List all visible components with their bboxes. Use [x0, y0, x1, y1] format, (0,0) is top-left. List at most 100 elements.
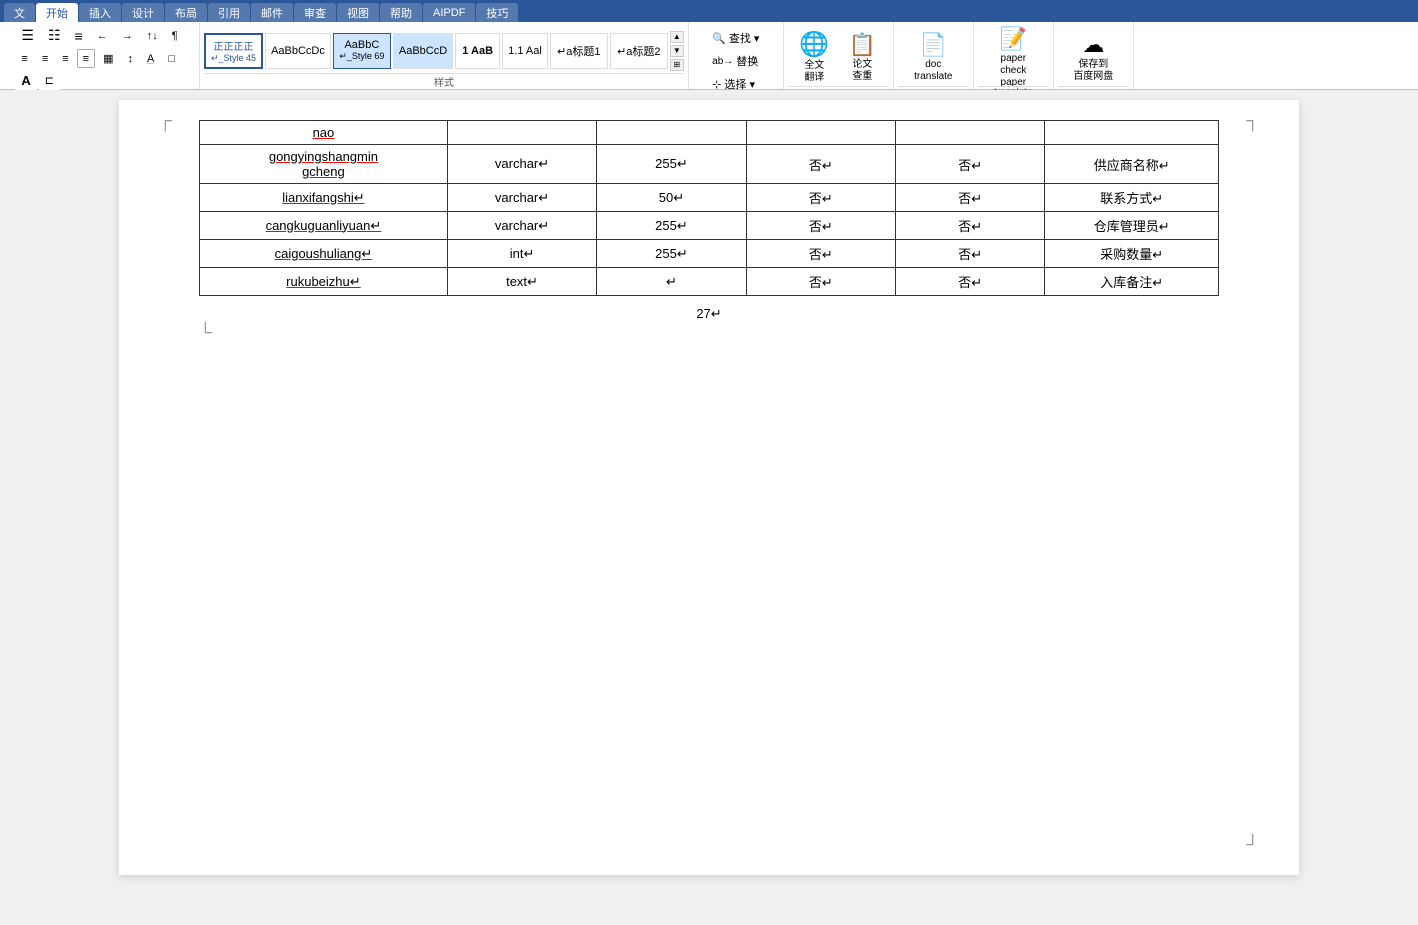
cell-key[interactable]: 否↵ [896, 268, 1045, 296]
para-row3: A ⊏ [15, 70, 183, 91]
doc-translate-btn[interactable]: 📄 doctranslate [908, 28, 958, 86]
style-aabbcc[interactable]: AaBbCcDc [265, 33, 331, 69]
justify-btn[interactable]: ≡ [77, 49, 95, 68]
align-right-btn[interactable]: ≡ [56, 49, 74, 68]
cell-comment[interactable]: 仓库管理员↵ [1045, 212, 1219, 240]
cell-key[interactable]: 否↵ [896, 240, 1045, 268]
save-baidu-btn[interactable]: ☁ 保存到百度网盘 [1067, 28, 1119, 86]
cell-length[interactable]: ↵ [597, 268, 746, 296]
cell-field[interactable]: gongyingshangmingcheng [200, 145, 448, 184]
style-biaoti2[interactable]: ↵a标题2 [610, 33, 668, 69]
page-number-1: 27↵ [199, 306, 1219, 322]
cell-key[interactable] [896, 121, 1045, 145]
paper-check-icon: 📝 [997, 26, 1029, 52]
cell-type[interactable]: int↵ [447, 240, 596, 268]
numbered-list-btn[interactable]: ☷ [42, 24, 67, 47]
style-zhengzheng[interactable]: 正正正正 ↵_Style 45 [204, 33, 263, 69]
cell-key[interactable]: 否↵ [896, 145, 1045, 184]
cell-nullable[interactable]: 否↵ [746, 268, 895, 296]
cell-key[interactable]: 否↵ [896, 212, 1045, 240]
tab-kaishi[interactable]: 开始 [36, 3, 78, 22]
font-color-btn[interactable]: A [15, 70, 36, 91]
increase-indent-btn[interactable]: → [116, 24, 139, 47]
data-table-1: nao gongyingshangmingcheng varchar↵ 255↵… [199, 120, 1219, 296]
align-left-btn[interactable]: ≡ [15, 49, 33, 68]
tab-sheji[interactable]: 设计 [122, 3, 164, 22]
tab-buju[interactable]: 布局 [165, 3, 207, 22]
cell-comment[interactable]: 采购数量↵ [1045, 240, 1219, 268]
tab-charu[interactable]: 插入 [79, 3, 121, 22]
cell-length[interactable] [597, 121, 746, 145]
replace-btn[interactable]: ab→ 替换 [707, 51, 764, 71]
tab-yinyong[interactable]: 引用 [208, 3, 250, 22]
style-scroll-up[interactable]: ▲ [670, 31, 684, 43]
tab-jiqiao[interactable]: 技巧 [476, 3, 518, 22]
tab-shitu[interactable]: 视图 [337, 3, 379, 22]
style-scroll-down[interactable]: ▼ [670, 45, 684, 57]
cell-field[interactable]: lianxifangshi↵ [200, 184, 448, 212]
col-btn[interactable]: ▦ [97, 49, 119, 68]
style-label-2: AaBbCcDc [271, 45, 325, 57]
style-label-1: 正正正正 [214, 38, 254, 53]
style-11aal[interactable]: 1.1 Aal [502, 33, 548, 69]
corner-br: ┘ [1246, 834, 1259, 855]
multilevel-list-btn[interactable]: ≡ [69, 24, 89, 47]
cell-nullable[interactable]: 否↵ [746, 184, 895, 212]
cell-type[interactable]: varchar↵ [447, 184, 596, 212]
cell-comment[interactable]: 入库备注↵ [1045, 268, 1219, 296]
cell-type[interactable] [447, 121, 596, 145]
show-marks-btn[interactable]: ¶ [166, 24, 184, 47]
table-row: caigoushuliang↵ int↵ 255↵ 否↵ 否↵ 采购数量↵ [200, 240, 1219, 268]
cell-field[interactable]: cangkuguanliyuan↵ [200, 212, 448, 240]
style-expand[interactable]: ⊞ [670, 59, 684, 71]
table-row: gongyingshangmingcheng varchar↵ 255↵ 否↵ … [200, 145, 1219, 184]
lunwen-btn[interactable]: 📋 论文查重 [840, 28, 884, 86]
cell-type[interactable]: varchar↵ [447, 145, 596, 184]
table-row: rukubeizhu↵ text↵ ↵ 否↵ 否↵ 入库备注↵ [200, 268, 1219, 296]
translate-icon: 🌐 [798, 30, 830, 59]
cell-type[interactable]: varchar↵ [447, 212, 596, 240]
cell-length[interactable]: 255↵ [597, 212, 746, 240]
tab-aipdf[interactable]: AIPDF [423, 3, 475, 22]
tab-wen[interactable]: 文 [4, 3, 35, 22]
save-baidu-label: 保存到百度网盘 [1073, 59, 1113, 83]
decrease-indent-btn[interactable]: ← [91, 24, 114, 47]
style-label-3: AaBbC [344, 39, 379, 51]
paper-check-btn[interactable]: 📝 papercheckpaper [991, 28, 1035, 86]
cell-comment[interactable]: 供应商名称↵ [1045, 145, 1219, 184]
tab-youjian[interactable]: 邮件 [251, 3, 293, 22]
cell-nullable[interactable]: 否↵ [746, 145, 895, 184]
highlight-btn[interactable]: ⊏ [39, 70, 60, 91]
cell-field[interactable]: caigoushuliang↵ [200, 240, 448, 268]
style-aabb3[interactable]: AaBbCcD [393, 33, 453, 69]
cell-nullable[interactable]: 否↵ [746, 212, 895, 240]
list-btn[interactable]: ☰ [15, 24, 40, 47]
style-biaoti1[interactable]: ↵a标题1 [550, 33, 608, 69]
tab-shencha[interactable]: 审查 [294, 3, 336, 22]
shading-btn[interactable]: A [141, 49, 160, 68]
cell-field[interactable]: rukubeizhu↵ [200, 268, 448, 296]
quanwen-btn[interactable]: 🌐 全文翻译 [792, 28, 836, 86]
cell-length[interactable]: 255↵ [597, 240, 746, 268]
line-spacing-btn[interactable]: ↕ [121, 49, 139, 68]
select-icon: ⊹ [712, 78, 721, 91]
align-center-btn[interactable]: ≡ [36, 49, 54, 68]
cell-length[interactable]: 255↵ [597, 145, 746, 184]
cell-comment[interactable] [1045, 121, 1219, 145]
style-scroll: ▲ ▼ ⊞ [670, 31, 684, 71]
style-aabb[interactable]: AaBbC ↵_Style 69 [333, 33, 391, 69]
border-btn[interactable]: □ [162, 49, 181, 68]
cell-nullable[interactable]: 否↵ [746, 240, 895, 268]
cell-field[interactable]: nao [200, 121, 448, 145]
style-1aab[interactable]: 1 AaB [455, 33, 500, 69]
cell-key[interactable]: 否↵ [896, 184, 1045, 212]
sort-btn[interactable]: ↑↓ [141, 24, 164, 47]
cell-comment[interactable]: 联系方式↵ [1045, 184, 1219, 212]
ribbon: 文 开始 插入 设计 布局 引用 邮件 审查 视图 帮助 AIPDF 技巧 ☰ … [0, 0, 1418, 90]
cell-type[interactable]: text↵ [447, 268, 596, 296]
search-btn[interactable]: 🔍 查找 ▾ [707, 28, 764, 48]
tab-bangzhu[interactable]: 帮助 [380, 3, 422, 22]
cell-nullable[interactable] [746, 121, 895, 145]
paragraph-group: ☰ ☷ ≡ ← → ↑↓ ¶ ≡ ≡ ≡ ≡ ▦ ↕ A □ [0, 22, 200, 89]
cell-length[interactable]: 50↵ [597, 184, 746, 212]
